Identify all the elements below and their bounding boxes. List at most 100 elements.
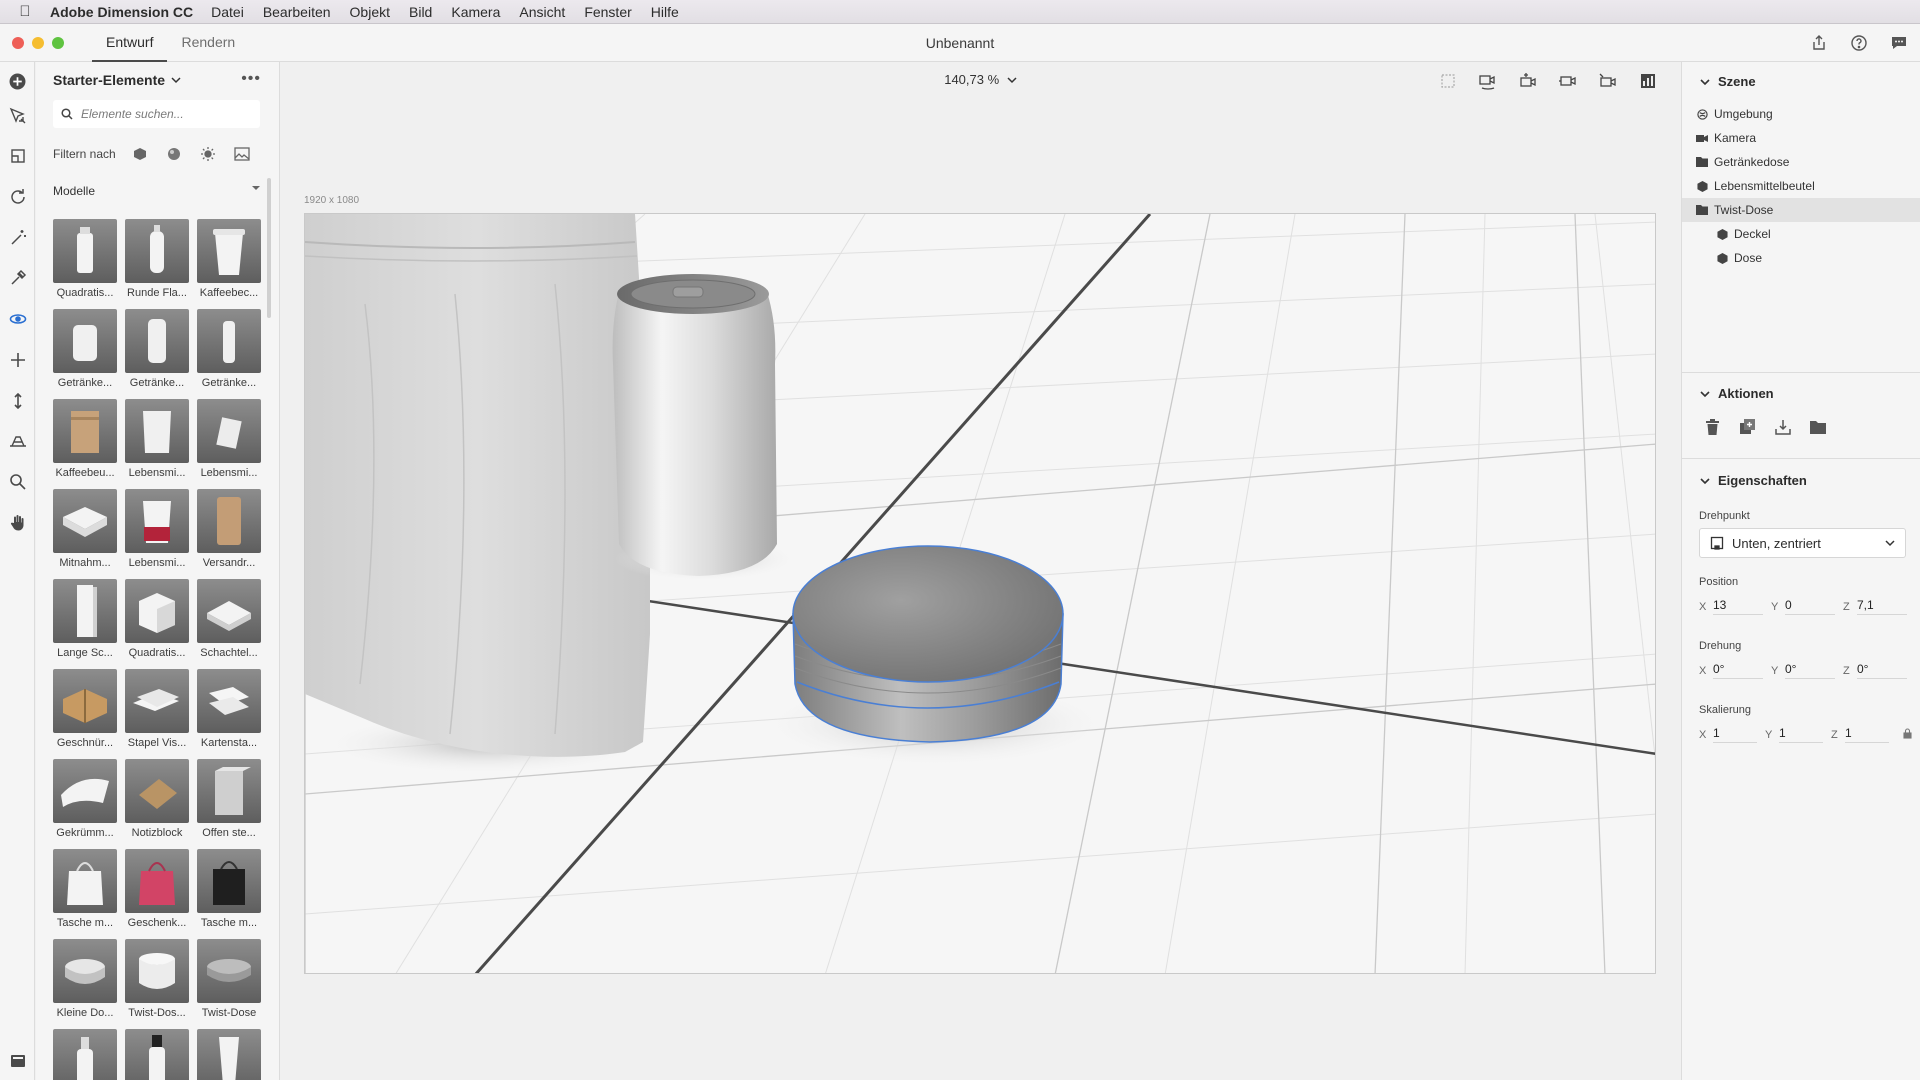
select-tool-icon[interactable]: [5, 103, 30, 128]
add-icon[interactable]: [5, 69, 30, 94]
menu-datei[interactable]: Datei: [211, 4, 244, 20]
assets-scrollbar[interactable]: [267, 178, 271, 318]
asset-tile[interactable]: Mitnahm...: [53, 489, 117, 579]
scene-node[interactable]: Dose: [1682, 246, 1920, 270]
scale-x-field[interactable]: 1: [1713, 726, 1757, 743]
magic-wand-icon[interactable]: [5, 225, 30, 250]
asset-tile[interactable]: [197, 1029, 261, 1080]
scene-node[interactable]: Lebensmittelbeutel: [1682, 174, 1920, 198]
actions-section-header[interactable]: Aktionen: [1700, 386, 1774, 401]
zoom-tool-icon[interactable]: [5, 469, 30, 494]
rotation-y-field[interactable]: 0°: [1785, 662, 1835, 679]
lock-icon[interactable]: [1903, 728, 1912, 739]
hand-tool-icon[interactable]: [5, 510, 30, 535]
scale-y-field[interactable]: 1: [1779, 726, 1823, 743]
scene-node[interactable]: Kamera: [1682, 126, 1920, 150]
position-y-field[interactable]: 0: [1785, 598, 1835, 615]
scene-node[interactable]: Getränkedose: [1682, 150, 1920, 174]
duplicate-icon[interactable]: [1739, 418, 1756, 435]
scene-section-header[interactable]: Szene: [1700, 74, 1756, 89]
asset-tile[interactable]: Kaffeebeu...: [53, 399, 117, 489]
asset-tile[interactable]: Versandr...: [197, 489, 261, 579]
scene-node[interactable]: Umgebung: [1682, 102, 1920, 126]
menu-fenster[interactable]: Fenster: [584, 4, 631, 20]
asset-tile[interactable]: Lange Sc...: [53, 579, 117, 669]
menu-kamera[interactable]: Kamera: [451, 4, 500, 20]
rotation-x-field[interactable]: 0°: [1713, 662, 1763, 679]
food-pouch-model[interactable]: [305, 214, 650, 757]
filter-materials-icon[interactable]: [164, 144, 184, 164]
rotation-z-field[interactable]: 0°: [1857, 662, 1907, 679]
share-icon[interactable]: [1808, 32, 1830, 54]
tab-rendern[interactable]: Rendern: [167, 24, 249, 62]
apple-icon[interactable]: : [0, 3, 50, 20]
menu-bild[interactable]: Bild: [409, 4, 432, 20]
asset-tile[interactable]: Lebensmi...: [125, 489, 189, 579]
pan-tool-icon[interactable]: [5, 347, 30, 372]
render-preview-icon[interactable]: [1636, 70, 1660, 92]
asset-tile[interactable]: Tasche m...: [53, 849, 117, 939]
filter-models-icon[interactable]: [130, 144, 150, 164]
asset-tile[interactable]: Stapel Vis...: [125, 669, 189, 759]
properties-section-header[interactable]: Eigenschaften: [1700, 473, 1807, 488]
scene-node[interactable]: Deckel: [1682, 222, 1920, 246]
camera-dolly-icon[interactable]: [1556, 70, 1580, 92]
asset-tile[interactable]: Geschenk...: [125, 849, 189, 939]
panel-toggle-icon[interactable]: [5, 1048, 30, 1073]
menu-app-name[interactable]: Adobe Dimension CC: [50, 4, 193, 20]
asset-tile[interactable]: Schachtel...: [197, 579, 261, 669]
zoom-window-button[interactable]: [52, 37, 64, 49]
minimize-window-button[interactable]: [32, 37, 44, 49]
rotate-tool-icon[interactable]: [5, 184, 30, 209]
twist-tin-lid[interactable]: [792, 545, 1064, 683]
asset-tile[interactable]: Runde Fla...: [125, 219, 189, 309]
position-x-field[interactable]: 13: [1713, 598, 1763, 615]
asset-tile[interactable]: Tasche m...: [197, 849, 261, 939]
sample-tool-icon[interactable]: [5, 265, 30, 290]
menu-hilfe[interactable]: Hilfe: [651, 4, 679, 20]
select-area-icon[interactable]: [5, 143, 30, 168]
section-models-header[interactable]: Modelle: [53, 184, 260, 198]
asset-tile[interactable]: Getränke...: [197, 309, 261, 399]
help-icon[interactable]: [1848, 32, 1870, 54]
camera-pan-icon[interactable]: [1516, 70, 1540, 92]
asset-tile[interactable]: Getränke...: [125, 309, 189, 399]
asset-tile[interactable]: Getränke...: [53, 309, 117, 399]
asset-tile[interactable]: Geschnür...: [53, 669, 117, 759]
place-on-ground-icon[interactable]: [1774, 418, 1791, 435]
scene-render[interactable]: [305, 214, 1656, 974]
assets-source-dropdown[interactable]: Starter-Elemente: [53, 72, 181, 88]
asset-tile[interactable]: Lebensmi...: [197, 399, 261, 489]
asset-tile[interactable]: Lebensmi...: [125, 399, 189, 489]
scale-z-field[interactable]: 1: [1845, 726, 1889, 743]
asset-tile[interactable]: [125, 1029, 189, 1080]
menu-ansicht[interactable]: Ansicht: [519, 4, 565, 20]
orbit-tool-icon[interactable]: [5, 306, 30, 331]
asset-tile[interactable]: Quadratis...: [53, 219, 117, 309]
menu-bearbeiten[interactable]: Bearbeiten: [263, 4, 331, 20]
position-z-field[interactable]: 7,1: [1857, 598, 1907, 615]
feedback-icon[interactable]: [1888, 32, 1910, 54]
scene-node[interactable]: Twist-Dose: [1682, 198, 1920, 222]
asset-tile[interactable]: [53, 1029, 117, 1080]
menu-objekt[interactable]: Objekt: [350, 4, 390, 20]
asset-tile[interactable]: Kartensta...: [197, 669, 261, 759]
tab-entwurf[interactable]: Entwurf: [92, 24, 168, 62]
camera-bookmark-icon[interactable]: [1596, 70, 1620, 92]
asset-tile[interactable]: Twist-Dose: [197, 939, 261, 1029]
more-options-icon[interactable]: •••: [241, 70, 261, 88]
asset-tile[interactable]: Kaffeebec...: [197, 219, 261, 309]
asset-search-box[interactable]: [53, 100, 260, 128]
filter-images-icon[interactable]: [232, 144, 252, 164]
beverage-can-model[interactable]: [612, 292, 777, 576]
asset-tile[interactable]: Offen ste...: [197, 759, 261, 849]
asset-search-input[interactable]: [81, 107, 251, 121]
pivot-dropdown[interactable]: Unten, zentriert: [1699, 528, 1906, 558]
filter-lights-icon[interactable]: [198, 144, 218, 164]
asset-tile[interactable]: Twist-Dos...: [125, 939, 189, 1029]
asset-tile[interactable]: Quadratis...: [125, 579, 189, 669]
camera-orbit-icon[interactable]: [1476, 70, 1500, 92]
dolly-tool-icon[interactable]: [5, 388, 30, 413]
frame-icon[interactable]: [1436, 70, 1460, 92]
horizon-tool-icon[interactable]: [5, 428, 30, 453]
